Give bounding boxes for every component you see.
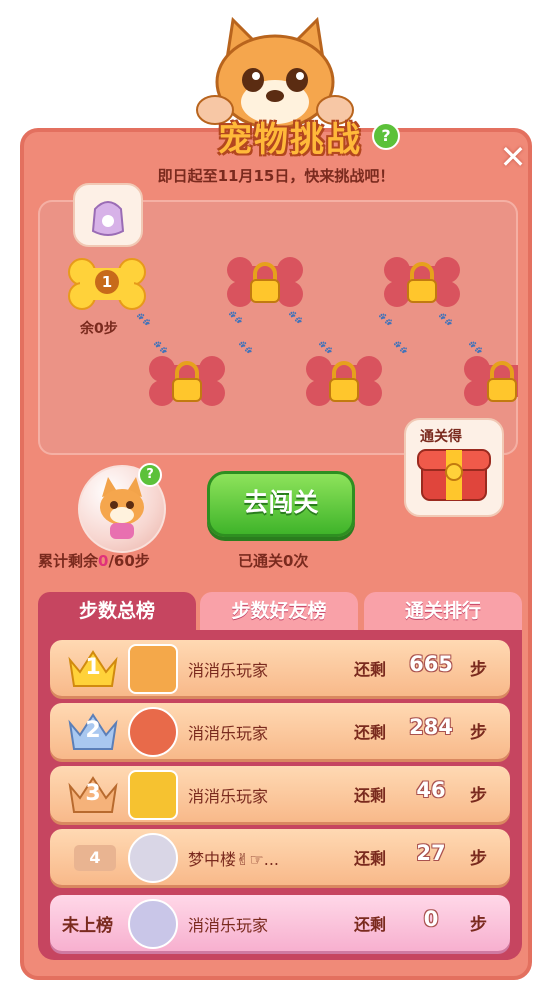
remaining-value: 0	[98, 552, 109, 570]
steps-value: 46	[416, 778, 446, 802]
remaining-label: 还剩	[354, 915, 387, 934]
steps-unit: 步	[470, 849, 487, 869]
steps-value: 284	[409, 715, 453, 739]
remaining-prefix: 累计剩余	[38, 552, 99, 570]
paw-print-icon: 🐾	[468, 340, 483, 354]
remaining-label: 还剩	[354, 786, 387, 805]
paw-print-icon: 🐾	[136, 312, 151, 326]
steps-unit: 步	[470, 723, 487, 743]
leaderboard-row[interactable]: 4 梦中楼✌☞... 还剩 27 步	[50, 829, 510, 885]
self-leaderboard-row[interactable]: 未上榜 消消乐玩家 还剩 0 步	[50, 895, 510, 951]
steps-value: 665	[409, 652, 453, 676]
page-title: 宠物挑战	[218, 120, 362, 160]
locked-level-bone[interactable]	[305, 355, 383, 407]
tab-friend-steps[interactable]: 步数好友榜	[200, 592, 358, 632]
leaderboard-row[interactable]: 2 消消乐玩家 还剩 284 步	[50, 703, 510, 759]
paw-print-icon: 🐾	[393, 340, 408, 354]
player-name: 消消乐玩家	[188, 787, 269, 806]
leaderboard-tabs: 步数总榜 步数好友榜 通关排行	[38, 592, 524, 632]
avatar	[128, 707, 178, 757]
player-name: 梦中楼✌☞...	[188, 850, 280, 869]
rank-number: 3	[85, 781, 101, 806]
paw-print-icon: 🐾	[238, 340, 253, 354]
paw-print-icon: 🐾	[288, 310, 303, 324]
paw-print-icon: 🐾	[438, 312, 453, 326]
cleared-count: 已通关0次	[238, 552, 309, 570]
tab-total-steps[interactable]: 步数总榜	[38, 592, 196, 632]
rank-number: 2	[85, 718, 101, 743]
gold-crown-icon: 1	[64, 646, 122, 690]
steps-unit: 步	[470, 915, 487, 935]
gift-bag-icon	[73, 183, 143, 247]
avatar	[128, 899, 178, 949]
start-challenge-button[interactable]: 去闯关	[207, 471, 355, 537]
steps-unit: 步	[470, 786, 487, 806]
help-icon[interactable]: ?	[372, 122, 400, 150]
avatar	[128, 644, 178, 694]
paw-print-icon: 🐾	[153, 340, 168, 354]
bronze-crown-icon: 3	[64, 772, 122, 816]
paw-print-icon: 🐾	[318, 340, 333, 354]
total-remaining-steps: 累计剩余0/60步	[38, 550, 150, 571]
player-name: 消消乐玩家	[188, 661, 269, 680]
remaining-suffix: /60步	[108, 552, 150, 570]
level-number: 1	[95, 270, 119, 294]
steps-value: 0	[423, 907, 439, 931]
rank-number: 1	[85, 655, 101, 680]
steps-value: 27	[416, 841, 446, 865]
locked-level-bone[interactable]	[383, 256, 461, 308]
reward-label: 通关得	[420, 429, 462, 445]
player-name: 消消乐玩家	[188, 916, 269, 935]
locked-level-bone[interactable]	[148, 355, 226, 407]
remaining-label: 还剩	[354, 723, 387, 742]
level-remaining-steps: 余0步	[80, 321, 118, 337]
remaining-label: 还剩	[354, 849, 387, 868]
paw-print-icon: 🐾	[378, 312, 393, 326]
paw-print-icon: 🐾	[228, 310, 243, 324]
player-name: 消消乐玩家	[188, 724, 269, 743]
avatar	[128, 770, 178, 820]
locked-level-bone[interactable]	[463, 355, 518, 407]
silver-crown-icon: 2	[64, 709, 122, 753]
level-1-bone[interactable]: 1	[68, 258, 146, 310]
leaderboard-row[interactable]: 1 消消乐玩家 还剩 665 步	[50, 640, 510, 696]
tab-clear-ranking[interactable]: 通关排行	[364, 592, 522, 632]
remaining-label: 还剩	[354, 660, 387, 679]
avatar	[128, 833, 178, 883]
unranked-label: 未上榜	[62, 916, 113, 936]
leaderboard-row[interactable]: 3 消消乐玩家 还剩 46 步	[50, 766, 510, 822]
steps-unit: 步	[470, 660, 487, 680]
pet-help-icon[interactable]: ?	[138, 463, 162, 487]
locked-level-bone[interactable]	[226, 256, 304, 308]
rank-number: 4	[74, 845, 116, 871]
